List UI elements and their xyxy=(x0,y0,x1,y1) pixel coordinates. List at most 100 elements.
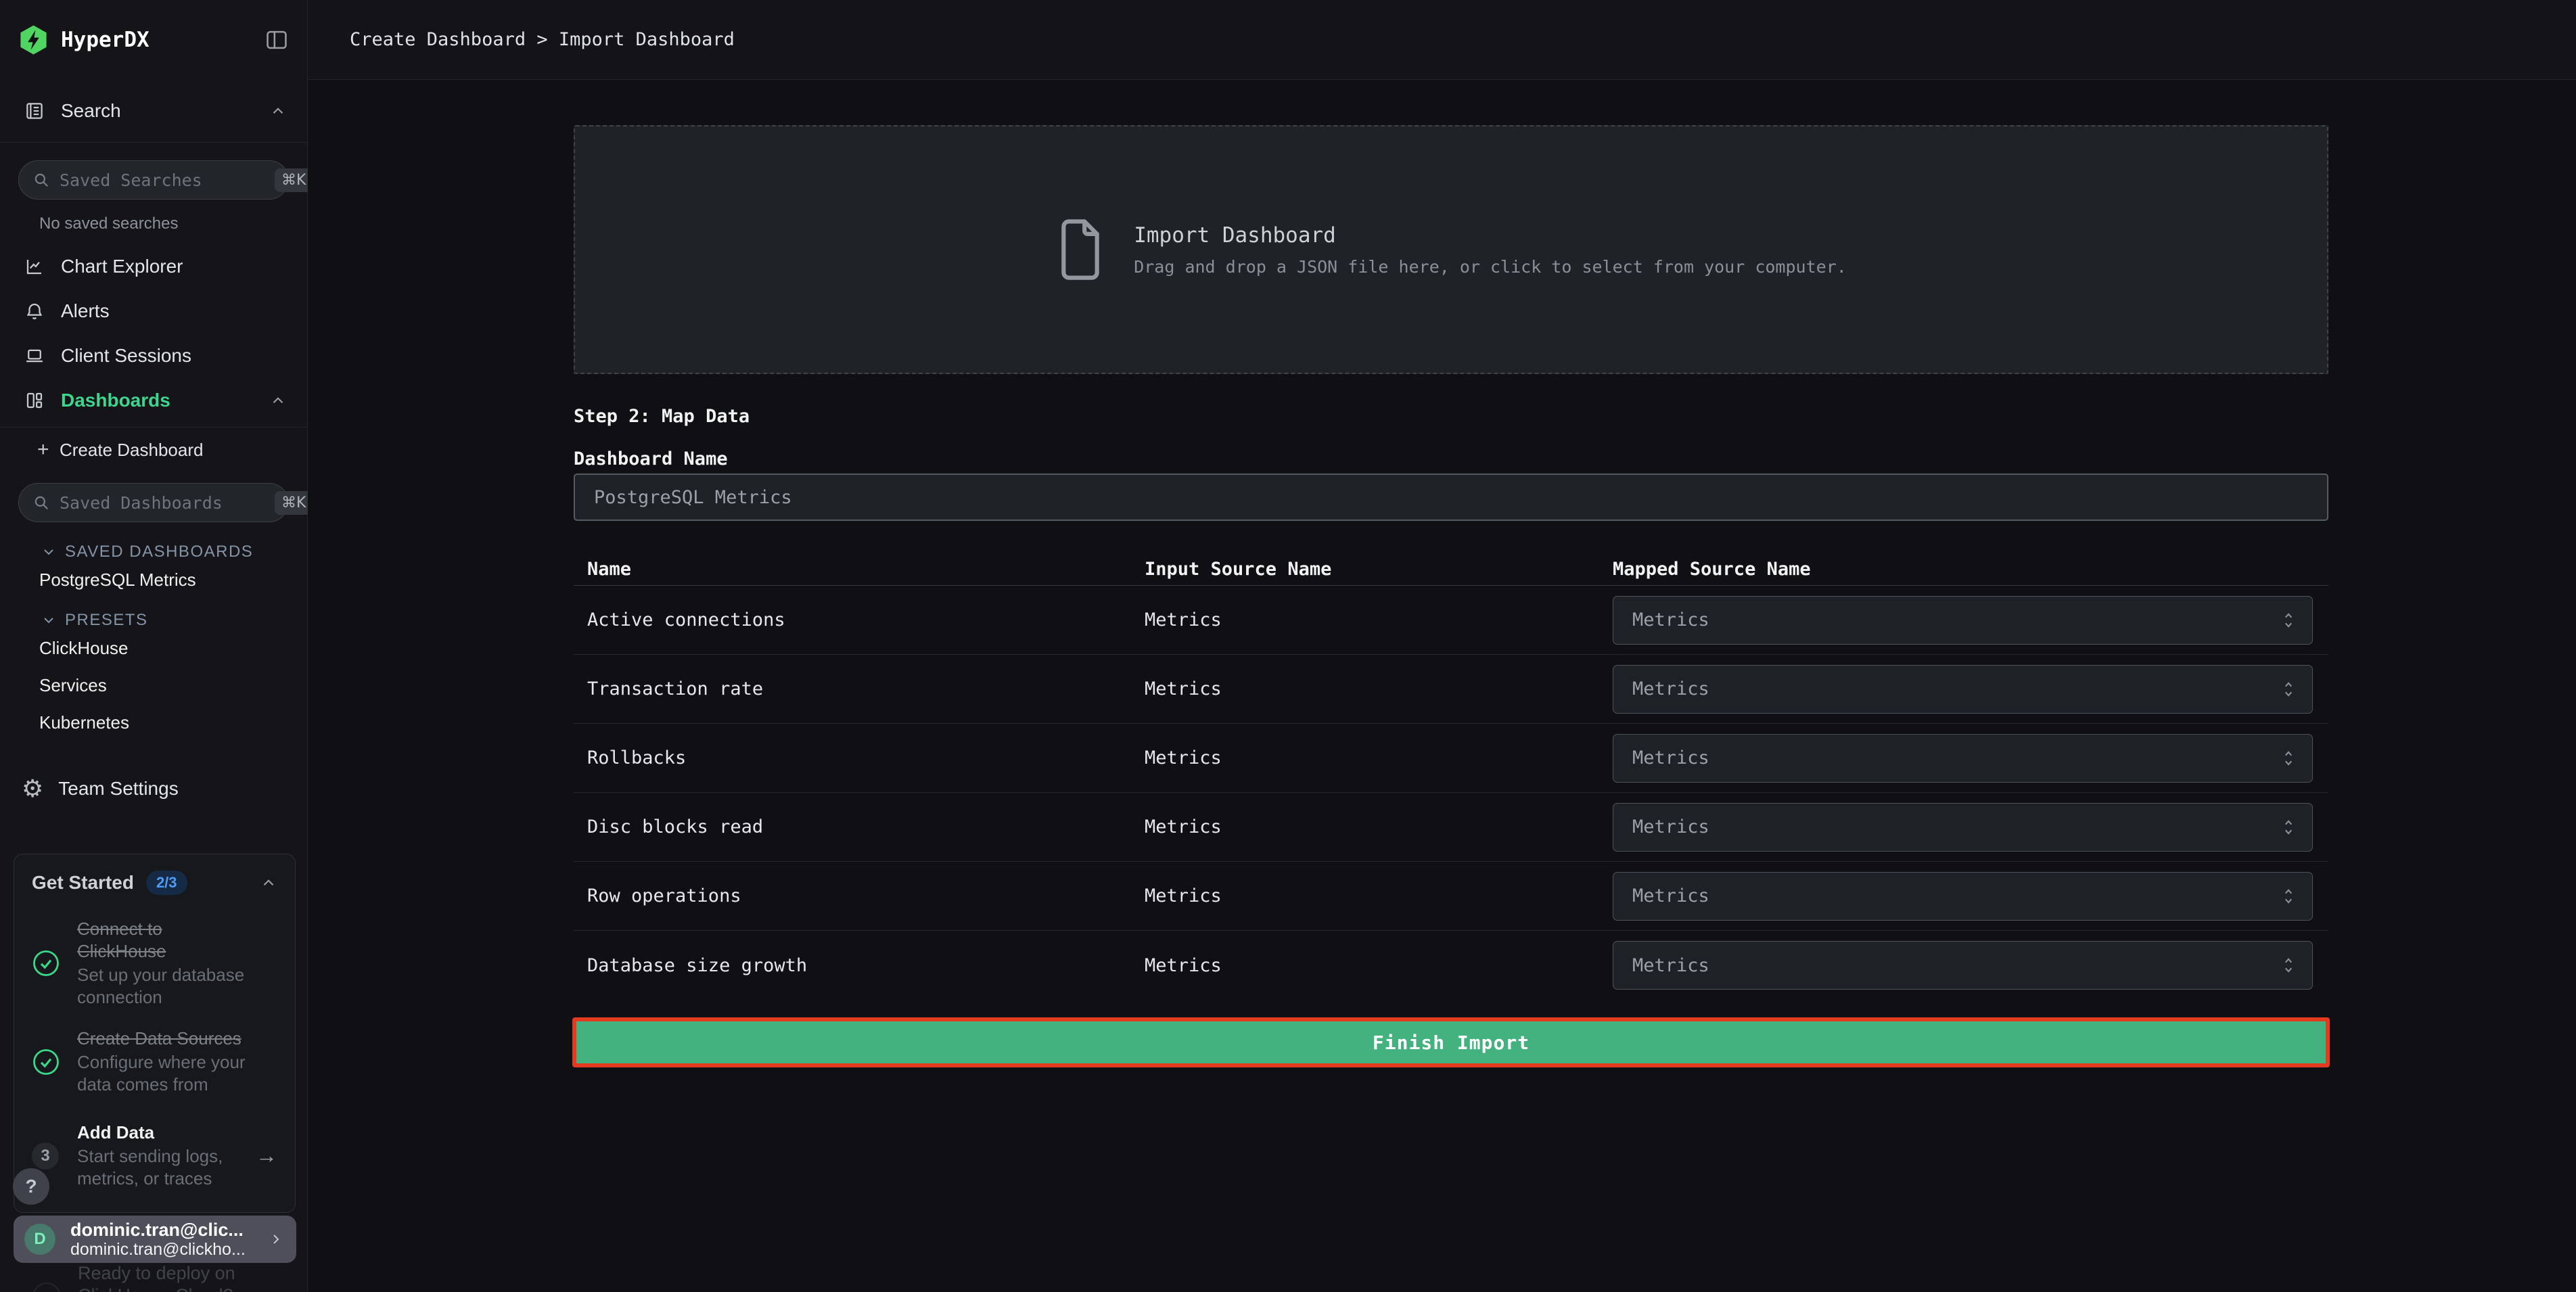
get-started-item-subtitle: Start sending logs, metrics, or traces xyxy=(77,1145,248,1190)
laptop-icon xyxy=(24,346,45,366)
presets-section-header[interactable]: PRESETS xyxy=(41,611,307,630)
app-title: HyperDX xyxy=(61,28,264,52)
shortcut-badge: ⌘K xyxy=(275,168,313,192)
mapped-source-select[interactable]: Metrics xyxy=(1613,734,2313,783)
shortcut-badge: ⌘K xyxy=(275,491,313,515)
selector-icon xyxy=(2280,817,2297,837)
get-started-header[interactable]: Get Started 2/3 xyxy=(32,871,277,895)
selector-icon xyxy=(2280,955,2297,975)
input-source-name: Metrics xyxy=(1145,816,1613,837)
sidebar-item-services[interactable]: Services xyxy=(0,667,307,704)
create-dashboard-button[interactable]: + Create Dashboard xyxy=(0,428,307,472)
chevron-down-icon xyxy=(41,612,57,628)
gear-icon: ⚙ xyxy=(22,777,43,801)
check-circle-icon xyxy=(32,949,60,977)
import-dropzone[interactable]: Import Dashboard Drag and drop a JSON fi… xyxy=(574,125,2328,374)
sidebar-item-label: Client Sessions xyxy=(61,345,287,367)
saved-searches-input[interactable] xyxy=(60,170,275,190)
get-started-item-title: Ready to deploy on xyxy=(78,1262,267,1285)
get-started-item-add-data[interactable]: 3 Add Data Start sending logs, metrics, … xyxy=(32,1122,277,1190)
mapped-source-select[interactable]: Metrics xyxy=(1613,665,2313,714)
get-started-item-title: Add Data xyxy=(77,1122,248,1144)
sidebar-item-clickhouse[interactable]: ClickHouse xyxy=(0,630,307,667)
metric-name: Database size growth xyxy=(574,955,1145,976)
sidebar-item-team-settings[interactable]: ⚙ Team Settings xyxy=(0,777,307,801)
chart-explorer-icon xyxy=(24,256,45,277)
selected-value: Metrics xyxy=(1632,747,2280,768)
get-started-item-sources[interactable]: Create Data Sources Configure where your… xyxy=(32,1028,277,1096)
table-row: Active connections Metrics Metrics xyxy=(574,586,2328,655)
sidebar-item-postgresql-metrics[interactable]: PostgreSQL Metrics xyxy=(0,561,307,599)
chevron-right-icon xyxy=(268,1231,284,1247)
search-icon xyxy=(32,171,50,189)
team-settings-label: Team Settings xyxy=(58,778,178,800)
table-row: Transaction rate Metrics Metrics xyxy=(574,655,2328,724)
column-header-name: Name xyxy=(574,559,1145,580)
sidebar-item-chart-explorer[interactable]: Chart Explorer xyxy=(0,244,307,289)
metric-name: Row operations xyxy=(574,885,1145,906)
sidebar-item-alerts[interactable]: Alerts xyxy=(0,289,307,333)
arrow-right-icon: → xyxy=(256,1143,277,1168)
saved-dashboards-input[interactable] xyxy=(60,493,275,513)
avatar: D xyxy=(24,1224,55,1255)
column-header-input-source: Input Source Name xyxy=(1145,559,1613,580)
logo-row: HyperDX xyxy=(0,0,307,80)
hyperdx-logo-icon xyxy=(18,24,49,56)
selected-value: Metrics xyxy=(1632,609,2280,630)
create-dashboard-label: Create Dashboard xyxy=(60,440,203,461)
metric-name: Transaction rate xyxy=(574,678,1145,699)
saved-dashboards-search[interactable]: ⌘K xyxy=(18,483,289,522)
sidebar-item-label: Dashboards xyxy=(61,390,269,411)
table-header-row: Name Input Source Name Mapped Source Nam… xyxy=(574,553,2328,586)
divider xyxy=(0,142,307,143)
search-panel-icon xyxy=(24,101,45,121)
chevron-up-icon xyxy=(260,874,277,892)
help-button[interactable]: ? xyxy=(13,1168,49,1205)
selector-icon xyxy=(2280,679,2297,699)
finish-import-button[interactable]: Finish Import xyxy=(572,1017,2330,1067)
sidebar-collapse-icon[interactable] xyxy=(264,27,290,53)
dashboard-name-input[interactable] xyxy=(574,474,2328,521)
mapped-source-select[interactable]: Metrics xyxy=(1613,941,2313,990)
search-icon xyxy=(32,494,50,511)
mapping-table: Name Input Source Name Mapped Source Nam… xyxy=(574,553,2328,1000)
sidebar-item-search[interactable]: Search xyxy=(0,80,307,142)
table-row: Disc blocks read Metrics Metrics xyxy=(574,793,2328,862)
step-number-badge: 3 xyxy=(32,1143,59,1170)
selector-icon xyxy=(2280,610,2297,630)
get-started-item-deploy: Ready to deploy on ClickHouse Cloud? xyxy=(78,1262,267,1292)
sidebar-item-client-sessions[interactable]: Client Sessions xyxy=(0,333,307,378)
chevron-up-icon xyxy=(269,102,287,120)
get-started-item-title: Connect to ClickHouse xyxy=(77,918,248,963)
saved-searches-search[interactable]: ⌘K xyxy=(18,160,289,200)
selected-value: Metrics xyxy=(1632,955,2280,976)
mapped-source-select[interactable]: Metrics xyxy=(1613,872,2313,921)
check-circle-icon xyxy=(32,1283,61,1292)
metric-name: Active connections xyxy=(574,609,1145,630)
step-title: Step 2: Map Data xyxy=(574,406,750,427)
get-started-item-title: ClickHouse Cloud? xyxy=(78,1285,267,1292)
get-started-item-connect[interactable]: Connect to ClickHouse Set up your databa… xyxy=(32,918,277,1009)
input-source-name: Metrics xyxy=(1145,955,1613,976)
mapped-source-select[interactable]: Metrics xyxy=(1613,803,2313,852)
section-header-label: SAVED DASHBOARDS xyxy=(65,543,253,561)
sidebar-item-kubernetes[interactable]: Kubernetes xyxy=(0,704,307,741)
table-row: Rollbacks Metrics Metrics xyxy=(574,724,2328,793)
saved-dashboards-section-header[interactable]: SAVED DASHBOARDS xyxy=(41,543,307,561)
page-header: Create Dashboard > Import Dashboard xyxy=(308,0,2576,80)
get-started-item-title: Create Data Sources xyxy=(77,1028,248,1050)
sidebar-item-dashboards[interactable]: Dashboards xyxy=(0,378,307,423)
plus-icon: + xyxy=(37,438,60,461)
sidebar-item-label: Search xyxy=(61,100,269,122)
chevron-up-icon xyxy=(269,392,287,409)
mapped-source-select[interactable]: Metrics xyxy=(1613,596,2313,645)
check-circle-icon xyxy=(32,1048,60,1076)
no-saved-searches-text: No saved searches xyxy=(39,214,307,233)
bell-icon xyxy=(24,301,45,321)
selector-icon xyxy=(2280,886,2297,906)
breadcrumb: Create Dashboard > Import Dashboard xyxy=(350,29,735,50)
input-source-name: Metrics xyxy=(1145,678,1613,699)
metric-name: Disc blocks read xyxy=(574,816,1145,837)
get-started-card: Get Started 2/3 Connect to ClickHouse Se… xyxy=(14,854,296,1213)
user-menu[interactable]: D dominic.tran@clic... dominic.tran@clic… xyxy=(14,1216,296,1263)
